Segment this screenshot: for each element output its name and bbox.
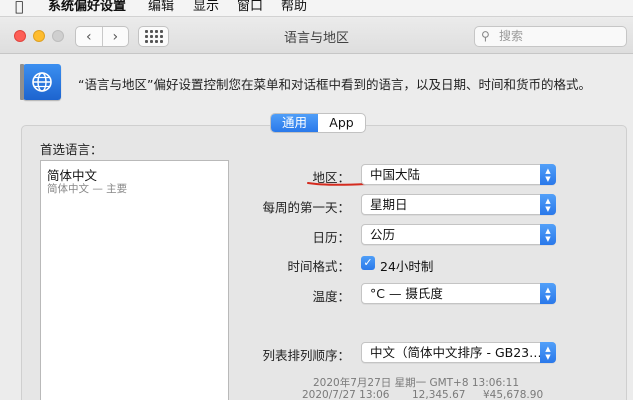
first-day-select[interactable]: 星期日 ▲ ▼ [361,194,556,215]
up-down-chevron-icon: ▲ ▼ [540,194,556,215]
tab-bar: 通用 App [270,113,366,133]
red-underline-annotation [307,182,367,186]
region-select[interactable]: 中国大陆 ▲ ▼ [361,164,556,185]
up-down-chevron-icon: ▲ ▼ [540,224,556,245]
up-down-chevron-icon: ▲ ▼ [540,342,556,363]
sample-number: 12,345.67 [412,389,466,400]
tab-apps[interactable]: App [318,114,365,132]
temperature-value: °C — 摄氏度 [370,286,443,301]
pane-description: “语言与地区”偏好设置控制您在菜单和对话框中看到的语言，以及日期、时间和货币的格… [78,77,591,92]
region-value: 中国大陆 [370,167,421,182]
24-hour-label[interactable]: 24小时制 [380,256,433,275]
up-down-chevron-icon: ▲ ▼ [540,283,556,304]
search-input[interactable]: ⚲ 搜索 [474,26,627,47]
sample-currency: ¥45,678.90 [483,389,544,400]
time-format-label: 时间格式： [287,259,350,274]
calendar-value: 公历 [370,227,396,242]
sort-order-label: 列表排列顺序： [262,348,350,363]
preferred-languages-list[interactable]: 简体中文 简体中文 — 主要 [40,160,229,400]
checkmark-icon: ✓ [363,256,373,269]
temperature-label: 温度： [312,289,350,304]
menu-app-name[interactable]: 系统偏好设置 [48,0,126,15]
language-subtitle: 简体中文 — 主要 [47,183,128,195]
search-icon: ⚲ [481,29,490,43]
first-day-value: 星期日 [370,197,408,212]
menu-edit[interactable]: 编辑 [148,0,174,15]
menu-bar:  系统偏好设置 编辑 显示 窗口 帮助 [0,0,633,17]
calendar-select[interactable]: 公历 ▲ ▼ [361,224,556,245]
apple-menu-icon[interactable]:  [15,0,23,15]
calendar-label: 日历： [312,230,350,245]
globe-flag-icon [20,64,61,100]
sample-short-date: 2020/7/27 13:06 [302,389,390,400]
first-day-label: 每周的第一天： [262,200,350,215]
menu-window[interactable]: 窗口 [237,0,263,15]
up-down-chevron-icon: ▲ ▼ [540,164,556,185]
temperature-select[interactable]: °C — 摄氏度 ▲ ▼ [361,283,556,304]
search-placeholder: 搜索 [499,29,524,43]
tab-general[interactable]: 通用 [271,114,318,132]
sample-full-date: 2020年7月27日 星期一 GMT+8 13:06:11 [313,377,520,389]
preferred-languages-label: 首选语言： [40,142,103,157]
menu-help[interactable]: 帮助 [281,0,307,15]
24-hour-checkbox[interactable]: ✓ [361,256,375,270]
sort-order-value: 中文（简体中文排序 - GB23… [370,345,542,360]
sort-order-select[interactable]: 中文（简体中文排序 - GB23… ▲ ▼ [361,342,556,363]
menu-view[interactable]: 显示 [193,0,219,15]
window-titlebar: ‹ › 语言与地区 ⚲ 搜索 [0,18,633,54]
